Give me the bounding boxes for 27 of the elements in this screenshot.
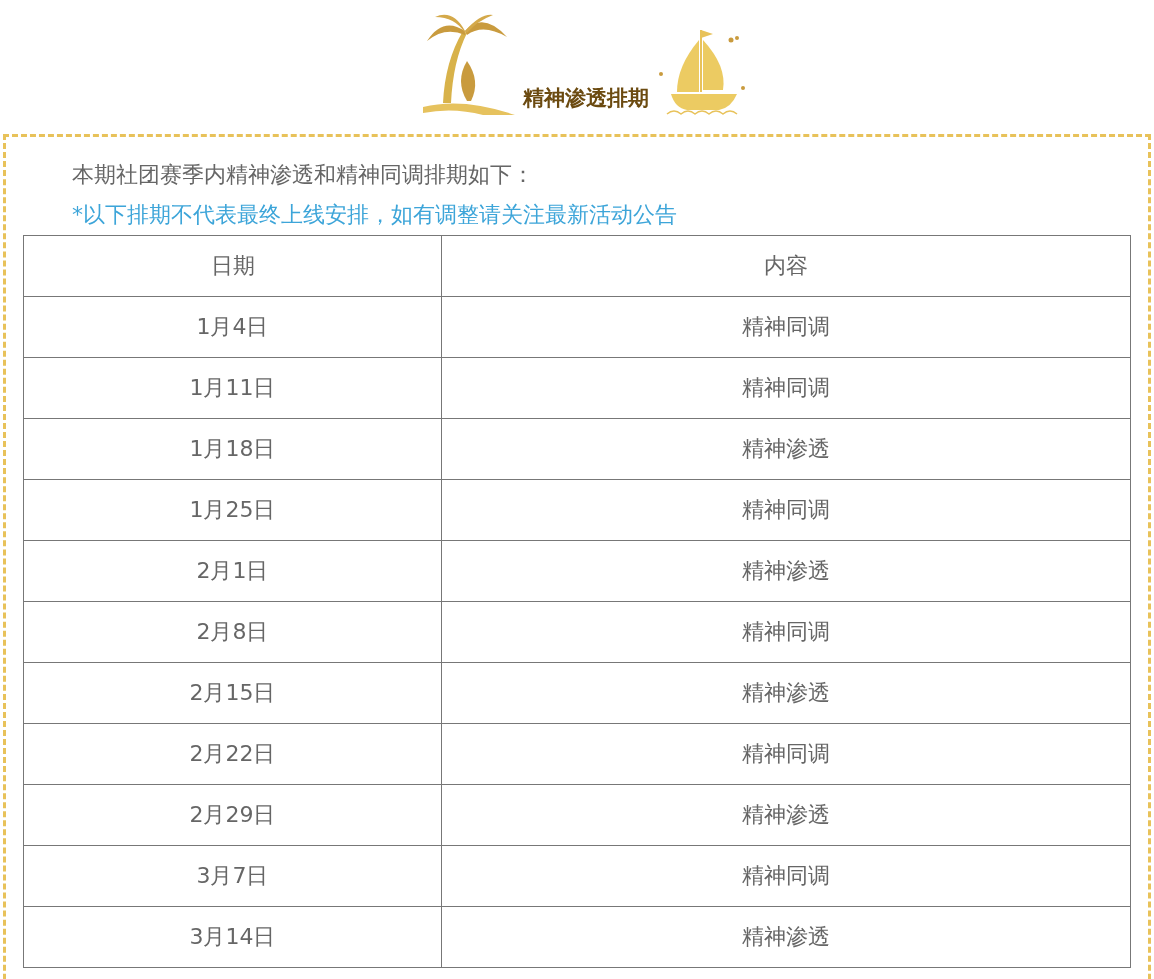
table-cell: 2月22日 [23,723,442,785]
table-cell: 精神同调 [441,601,1131,663]
table-cell: 1月18日 [23,418,442,480]
table-cell: 精神同调 [441,479,1131,541]
table-cell: 精神渗透 [441,784,1131,846]
table-cell: 精神同调 [441,357,1131,419]
table-cell: 精神渗透 [441,662,1131,724]
table-cell: 2月29日 [23,784,442,846]
table-cell: 精神同调 [441,723,1131,785]
section-title: 精神渗透排期 [523,85,649,112]
table-cell: 1月11日 [23,357,442,419]
table-cell: 2月1日 [23,540,442,602]
table-cell: 精神渗透 [441,418,1131,480]
table-cell: 3月7日 [23,845,442,907]
column-header: 日期 [23,235,442,297]
table-cell: 精神渗透 [441,540,1131,602]
table-cell: 精神渗透 [441,906,1131,968]
table-cell: 2月8日 [23,601,442,663]
table-cell: 1月25日 [23,479,442,541]
table-cell: 2月15日 [23,662,442,724]
table-cell: 精神同调 [441,845,1131,907]
column-header: 内容 [441,235,1131,297]
table-cell: 1月4日 [23,296,442,358]
note-text: *以下排期不代表最终上线安排，如有调整请关注最新活动公告 [72,201,678,229]
intro-text: 本期社团赛季内精神渗透和精神同调排期如下： [72,161,535,189]
table-cell: 3月14日 [23,906,442,968]
table-cell: 精神同调 [441,296,1131,358]
